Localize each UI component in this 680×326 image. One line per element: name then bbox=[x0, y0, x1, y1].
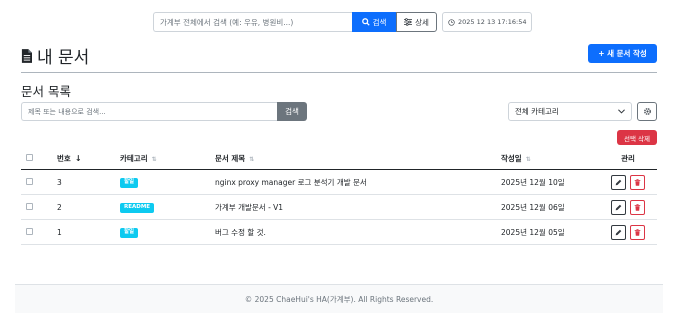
row-checkbox[interactable] bbox=[26, 177, 33, 185]
detail-search-label: 상세 bbox=[415, 17, 429, 27]
clock-icon bbox=[448, 18, 455, 26]
search-icon bbox=[361, 18, 370, 26]
sort-icon: ⇅ bbox=[525, 156, 531, 163]
header-actions: 관리 bbox=[599, 153, 657, 164]
header-title[interactable]: 문서 제목 ⇅ bbox=[215, 153, 501, 164]
page-title: 내 문서 bbox=[21, 43, 89, 68]
row-title[interactable]: nginx proxy manager 로그 분석기 개발 문서 bbox=[215, 177, 501, 188]
sort-icon: ⇅ bbox=[151, 156, 157, 163]
header-category[interactable]: 카테고리 ⇅ bbox=[120, 153, 215, 164]
pencil-icon bbox=[615, 229, 622, 235]
table-row[interactable]: 1 할일 버그 수정 할 것. 2025년 12월 05일 bbox=[21, 220, 657, 245]
row-title[interactable]: 버그 수정 할 것. bbox=[215, 227, 501, 238]
detail-search-button[interactable]: 상세 bbox=[396, 12, 437, 32]
header-date[interactable]: 작성일 ⇅ bbox=[501, 153, 599, 164]
delete-button[interactable] bbox=[630, 199, 645, 215]
pencil-icon bbox=[615, 204, 622, 210]
header-category-label: 카테고리 bbox=[120, 154, 148, 163]
table-row[interactable]: 3 할일 nginx proxy manager 로그 분석기 개발 문서 20… bbox=[21, 170, 657, 195]
edit-button[interactable] bbox=[611, 199, 626, 215]
table-header: 번호 ↓ 카테고리 ⇅ 문서 제목 ⇅ 작성일 ⇅ 관리 bbox=[21, 148, 657, 170]
sort-down-icon: ↓ bbox=[74, 154, 82, 163]
edit-button[interactable] bbox=[611, 174, 626, 190]
global-search-input[interactable]: 가계부 전체에서 검색 (예: 우유, 병원비...) bbox=[153, 12, 352, 32]
category-badge: README bbox=[120, 203, 155, 213]
category-select[interactable]: 전체 카테고리 bbox=[508, 102, 632, 121]
category-badge: 할일 bbox=[120, 178, 139, 188]
sort-icon: ⇅ bbox=[249, 156, 255, 163]
document-icon bbox=[21, 48, 32, 63]
header-number-label: 번호 bbox=[57, 154, 71, 163]
footer: © 2025 ChaeHui's HA(가계부). All Rights Res… bbox=[15, 284, 663, 313]
category-select-value: 전체 카테고리 bbox=[515, 107, 559, 116]
document-search-button[interactable]: 검색 bbox=[277, 102, 307, 121]
sliders-icon bbox=[404, 18, 413, 26]
clock-text: 2025 12 13 17:16:54 bbox=[458, 18, 527, 26]
delete-button[interactable] bbox=[630, 174, 645, 190]
pencil-icon bbox=[615, 179, 622, 185]
divider bbox=[21, 72, 657, 73]
gear-icon bbox=[643, 108, 651, 115]
row-checkbox[interactable] bbox=[26, 202, 33, 210]
header-title-label: 문서 제목 bbox=[215, 154, 246, 163]
row-date: 2025년 12월 10일 bbox=[501, 177, 565, 187]
header-actions-label: 관리 bbox=[621, 154, 635, 163]
header-date-label: 작성일 bbox=[501, 154, 522, 163]
edit-button[interactable] bbox=[611, 224, 626, 240]
row-number: 3 bbox=[57, 177, 62, 187]
document-table: 번호 ↓ 카테고리 ⇅ 문서 제목 ⇅ 작성일 ⇅ 관리 3 할일 nginx prox… bbox=[21, 148, 657, 245]
trash-icon bbox=[634, 228, 641, 236]
bulk-delete-button[interactable]: 선택 삭제 bbox=[617, 130, 657, 145]
select-all-checkbox[interactable] bbox=[26, 154, 33, 161]
row-title[interactable]: 가계부 개발문서 - V1 bbox=[215, 202, 501, 213]
footer-text: © 2025 ChaeHui's HA(가계부). All Rights Res… bbox=[244, 294, 434, 304]
new-document-button[interactable]: + 새 문서 작성 bbox=[588, 44, 657, 63]
category-badge: 할일 bbox=[120, 228, 139, 238]
row-number: 1 bbox=[57, 227, 62, 237]
page-title-text: 내 문서 bbox=[37, 48, 90, 68]
row-date: 2025년 12월 06일 bbox=[501, 202, 565, 212]
clock-display: 2025 12 13 17:16:54 bbox=[442, 12, 533, 32]
chevron-down-icon bbox=[618, 109, 625, 114]
section-title: 문서 목록 bbox=[21, 84, 71, 99]
document-search-input[interactable]: 제목 또는 내용으로 검색... bbox=[21, 102, 277, 121]
global-search-bar: 가계부 전체에서 검색 (예: 우유, 병원비...) 검색 상세 2025 1… bbox=[153, 12, 533, 32]
table-row[interactable]: 2 README 가계부 개발문서 - V1 2025년 12월 06일 bbox=[21, 195, 657, 220]
trash-icon bbox=[634, 203, 641, 211]
row-number: 2 bbox=[57, 202, 62, 212]
row-date: 2025년 12월 05일 bbox=[501, 227, 565, 237]
header-number[interactable]: 번호 ↓ bbox=[57, 153, 120, 164]
delete-button[interactable] bbox=[630, 224, 645, 240]
global-search-label: 검색 bbox=[372, 17, 387, 27]
row-checkbox[interactable] bbox=[26, 227, 33, 235]
trash-icon bbox=[634, 178, 641, 186]
category-settings-button[interactable] bbox=[637, 102, 657, 121]
global-search-button[interactable]: 검색 bbox=[352, 12, 396, 32]
